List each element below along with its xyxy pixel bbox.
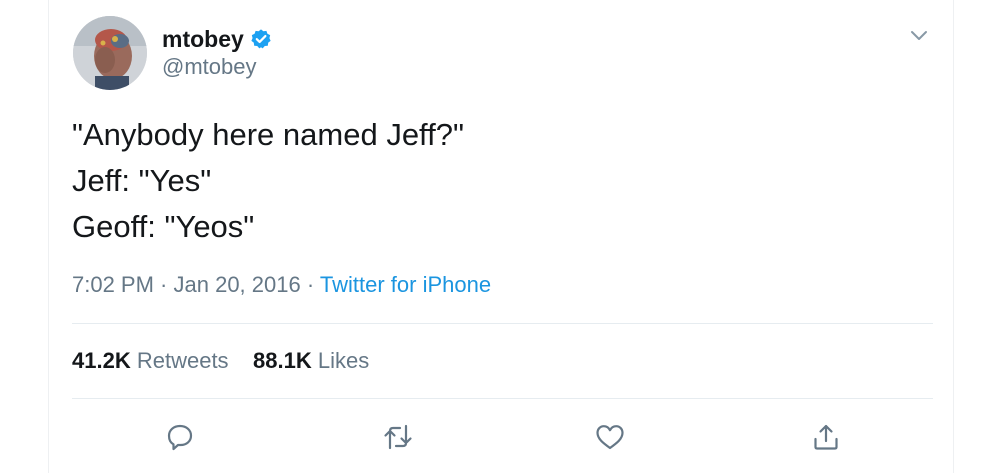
retweet-button[interactable] [381,420,415,454]
tweet-metadata: 7:02 PM · Jan 20, 2016 · Twitter for iPh… [72,272,491,298]
verified-badge-icon [250,28,272,50]
avatar[interactable] [73,16,147,90]
tweet-time[interactable]: 7:02 PM [72,272,154,297]
likes-count: 88.1K [253,348,312,373]
tweet-text: "Anybody here named Jeff?" Jeff: "Yes" G… [72,112,464,250]
retweet-icon [384,424,412,450]
tweet-source-link[interactable]: Twitter for iPhone [320,272,491,297]
retweets-label: Retweets [136,348,229,373]
avatar-image [73,16,147,90]
like-button[interactable] [593,420,627,454]
tweet-line: Geoff: "Yeos" [72,209,255,244]
tweet-date[interactable]: Jan 20, 2016 [174,272,301,297]
likes-stat[interactable]: 88.1K Likes [253,348,369,373]
reply-icon [167,424,193,451]
user-name-row[interactable]: mtobey [162,24,272,54]
reply-button[interactable] [163,420,197,454]
tweet-line: Jeff: "Yes" [72,163,212,198]
divider [72,323,933,324]
divider [72,398,933,399]
share-button[interactable] [809,420,843,454]
meta-separator: · [300,272,320,297]
tweet-line: "Anybody here named Jeff?" [72,117,464,152]
retweets-count: 41.2K [72,348,131,373]
tweet-stats: 41.2K Retweets 88.1K Likes [72,348,369,374]
meta-separator: · [153,272,174,297]
likes-label: Likes [317,348,370,373]
chevron-down-icon[interactable] [908,24,930,46]
retweets-stat[interactable]: 41.2K Retweets [72,348,229,373]
share-icon [814,424,838,450]
display-name[interactable]: mtobey [162,26,244,53]
heart-icon [596,425,624,450]
user-handle[interactable]: @mtobey [162,54,256,80]
